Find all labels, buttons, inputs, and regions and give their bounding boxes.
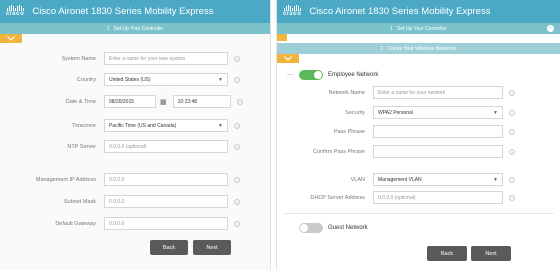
security-select[interactable]: WPA2 Personal ▼ (373, 106, 503, 119)
help-icon[interactable]: ? (509, 194, 515, 201)
confirm-pass-phrase-label: Confirm Pass Phrase (313, 148, 365, 155)
mgmt-ip-label: Management IP Address (35, 176, 96, 183)
wireless-networks-panel: cisco Cisco Aironet 1830 Series Mobility… (276, 0, 560, 270)
setup-controller-panel: cisco Cisco Aironet 1830 Series Mobility… (0, 0, 271, 270)
step-label: Create Your Wireless Networks (387, 45, 457, 52)
datetime-label: Date & Time (65, 98, 96, 105)
collapse-chevron[interactable] (277, 54, 299, 63)
subnet-label: Subnet Mask (63, 198, 96, 205)
mgmt-ip-input[interactable]: 0.0.0.0 (104, 173, 228, 186)
section-divider (283, 213, 554, 214)
help-icon[interactable]: ? (509, 128, 515, 135)
timezone-label: Timezone (72, 122, 96, 129)
vlan-label: VLAN (350, 176, 365, 183)
app-header: cisco Cisco Aironet 1830 Series Mobility… (277, 0, 560, 23)
subnet-mask-input[interactable]: 0.0.0.0 (104, 195, 228, 208)
pass-phrase-input[interactable] (373, 125, 503, 138)
back-button[interactable]: Back (427, 246, 467, 261)
collapsed-chevron[interactable] (277, 34, 287, 41)
caret-icon: ▼ (493, 109, 498, 116)
help-icon[interactable]: ? (234, 198, 240, 205)
date-input[interactable]: 08/20/2015 (104, 95, 156, 108)
help-icon[interactable]: ? (234, 176, 240, 183)
system-name-label: System Name (61, 55, 96, 62)
country-label: Country (76, 76, 96, 83)
vlan-select[interactable]: Management VLAN ▼ (373, 173, 503, 186)
confirm-pass-phrase-input[interactable] (373, 145, 503, 158)
help-icon[interactable]: ? (236, 98, 243, 105)
chevron-down-icon (7, 36, 15, 41)
cisco-logo: cisco (283, 5, 301, 18)
collapse-dash-icon[interactable]: — (287, 72, 299, 78)
help-icon[interactable]: ? (509, 89, 515, 96)
step-setup-controller[interactable]: 1 Set Up Your Controller ✓ (277, 23, 560, 34)
step-label: Set Up Your Controller (113, 25, 164, 32)
guest-network-label: Guest Network (328, 225, 368, 231)
cisco-logo: cisco (6, 5, 24, 18)
security-label: Security (345, 109, 365, 116)
next-button[interactable]: Next (471, 246, 511, 261)
help-icon[interactable]: ? (509, 176, 515, 183)
system-name-input[interactable]: Enter a name for your new system (104, 52, 228, 65)
app-title: Cisco Aironet 1830 Series Mobility Expre… (32, 6, 214, 17)
app-title: Cisco Aironet 1830 Series Mobility Expre… (309, 6, 491, 17)
next-button[interactable]: Next (193, 240, 231, 255)
step-label: Set Up Your Controller (397, 25, 447, 32)
timezone-select[interactable]: Pacific Time (US and Canada) ▼ (104, 119, 228, 132)
chevron-down-icon (284, 56, 292, 61)
calendar-icon[interactable]: ▦ (160, 98, 167, 106)
pass-phrase-label: Pass Phrase (333, 128, 365, 135)
country-select[interactable]: United States (US) ▼ (104, 73, 228, 86)
ntp-server-input[interactable]: 0.0.0.0 (optional) (104, 140, 228, 153)
collapse-chevron[interactable] (0, 34, 22, 43)
help-icon[interactable]: ? (234, 122, 240, 129)
time-input[interactable]: 10:23:48 (172, 95, 231, 108)
guest-network-toggle[interactable] (299, 223, 323, 233)
check-icon: ✓ (547, 25, 554, 32)
network-name-label: Network Name (328, 89, 365, 96)
dhcp-server-label: DHCP Server Address (310, 194, 365, 201)
gateway-label: Default Gateway (55, 220, 96, 227)
app-header: cisco Cisco Aironet 1830 Series Mobility… (0, 0, 270, 23)
caret-icon: ▼ (218, 76, 223, 83)
help-icon[interactable]: ? (509, 109, 515, 116)
help-icon[interactable]: ? (234, 143, 240, 150)
step-setup-controller[interactable]: 1 Set Up Your Controller (0, 23, 270, 34)
employee-network-toggle[interactable] (299, 70, 323, 80)
caret-icon: ▼ (493, 176, 498, 183)
network-name-input[interactable]: Enter a name for your network (373, 86, 503, 99)
help-icon[interactable]: ? (509, 148, 515, 155)
default-gateway-input[interactable]: 0.0.0.0 (104, 217, 228, 230)
dhcp-server-input[interactable]: 0.0.0.0 (optional) (373, 191, 503, 204)
caret-icon: ▼ (218, 122, 223, 129)
employee-network-label: Employee Network (328, 72, 379, 78)
help-icon[interactable]: ? (234, 55, 240, 62)
step-create-wireless-networks[interactable]: 2 Create Your Wireless Networks (277, 43, 560, 54)
ntp-label: NTP Server (67, 143, 96, 150)
help-icon[interactable]: ? (234, 220, 240, 227)
help-icon[interactable]: ? (234, 76, 240, 83)
back-button[interactable]: Back (150, 240, 188, 255)
